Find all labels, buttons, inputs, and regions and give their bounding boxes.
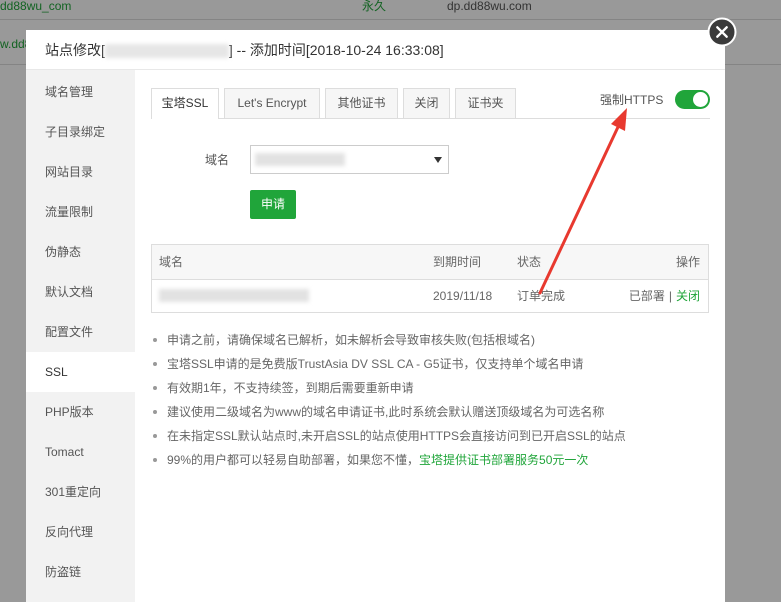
force-https-toggle[interactable] [675, 90, 710, 109]
table-row: 2019/11/18 订单完成 已部署 | 关闭 [152, 280, 708, 312]
deployment-service-link[interactable]: 宝塔提供证书部署服务50元一次 [419, 453, 588, 467]
tab-lets-encrypt[interactable]: Let's Encrypt [224, 88, 320, 118]
close-certificate-link[interactable]: 关闭 [676, 289, 700, 303]
tab-certificate-folder[interactable]: 证书夹 [455, 88, 516, 118]
deployed-status: 已部署 [628, 289, 665, 303]
list-item: 有效期1年，不支持续签，到期后需要重新申请 [151, 376, 710, 400]
domain-label: 域名 [205, 153, 230, 167]
sidebar-item-301-redirect[interactable]: 301重定向 [26, 472, 135, 512]
force-https-label: 强制HTTPS [600, 93, 664, 107]
note-text: 99%的用户都可以轻易自助部署，如果您不懂， [167, 453, 420, 467]
list-item: 宝塔SSL申请的是免费版TrustAsia DV SSL CA - G5证书，仅… [151, 352, 710, 376]
sidebar-item-traffic-limit[interactable]: 流量限制 [26, 192, 135, 232]
domain-select[interactable] [250, 145, 449, 174]
sidebar-item-site-directory[interactable]: 网站目录 [26, 152, 135, 192]
table-header-row: 域名 到期时间 状态 操作 [152, 245, 708, 280]
dialog-title-prefix: 站点修改[ [45, 42, 105, 58]
note-text: 建议使用二级域名为www的域名申请证书,此时系统会默认赠送顶级域名为可选名称 [167, 405, 605, 419]
sidebar-item-rewrite[interactable]: 伪静态 [26, 232, 135, 272]
apply-button[interactable]: 申请 [250, 190, 296, 219]
list-item: 在未指定SSL默认站点时,未开启SSL的站点使用HTTPS会直接访问到已开启SS… [151, 424, 710, 448]
note-text: 宝塔SSL申请的是免费版TrustAsia DV SSL CA - G5证书，仅… [167, 357, 584, 371]
dialog-title-suffix: ] -- 添加时间[2018-10-24 16:33:08] [228, 42, 444, 58]
toggle-knob [693, 92, 708, 107]
redacted-domain-blur [255, 153, 345, 166]
close-icon [707, 17, 737, 47]
tab-close-ssl[interactable]: 关闭 [403, 88, 450, 118]
column-header-status: 状态 [517, 255, 542, 269]
caret-down-icon [434, 157, 442, 163]
sidebar-item-ssl[interactable]: SSL [26, 352, 135, 392]
list-item: 申请之前，请确保域名已解析，如未解析会导致审核失败(包括根域名) [151, 328, 710, 352]
sidebar-item-config-file[interactable]: 配置文件 [26, 312, 135, 352]
dialog-title: 站点修改[ ] -- 添加时间[2018-10-24 16:33:08] [26, 30, 725, 70]
certificate-table: 域名 到期时间 状态 操作 2019/11/18 订单完成 已部署 | 关闭 [151, 244, 709, 313]
sidebar-item-subdirectory-binding[interactable]: 子目录绑定 [26, 112, 135, 152]
redacted-site-name-blur [104, 44, 229, 59]
list-item: 建议使用二级域名为www的域名申请证书,此时系统会默认赠送顶级域名为可选名称 [151, 400, 710, 424]
tab-other-certificate[interactable]: 其他证书 [325, 88, 398, 118]
sidebar-item-default-document[interactable]: 默认文档 [26, 272, 135, 312]
settings-sidebar: 域名管理 子目录绑定 网站目录 流量限制 伪静态 默认文档 配置文件 SSL P… [26, 70, 135, 602]
list-item: 99%的用户都可以轻易自助部署，如果您不懂，宝塔提供证书部署服务50元一次 [151, 448, 710, 472]
sidebar-item-reverse-proxy[interactable]: 反向代理 [26, 512, 135, 552]
redacted-domain-blur [159, 289, 309, 302]
sidebar-item-hotlink-protection[interactable]: 防盗链 [26, 552, 135, 592]
row-actions: 已部署 | 关闭 [629, 280, 700, 312]
tab-baota-ssl[interactable]: 宝塔SSL [151, 88, 219, 119]
close-dialog-button[interactable] [707, 17, 737, 47]
note-text: 申请之前，请确保域名已解析，如未解析会导致审核失败(包括根域名) [167, 333, 535, 347]
sidebar-item-domains[interactable]: 域名管理 [26, 72, 135, 112]
column-header-actions: 操作 [675, 255, 700, 269]
sidebar-item-tomcat[interactable]: Tomact [26, 432, 135, 472]
note-text: 有效期1年，不支持续签，到期后需要重新申请 [167, 381, 414, 395]
action-separator: | [668, 289, 672, 303]
column-header-domain: 域名 [159, 255, 184, 269]
site-edit-dialog: 站点修改[ ] -- 添加时间[2018-10-24 16:33:08] 域名管理… [26, 30, 725, 602]
order-status: 订单完成 [517, 289, 566, 303]
sidebar-item-php-version[interactable]: PHP版本 [26, 392, 135, 432]
column-header-expiry: 到期时间 [433, 255, 482, 269]
expiry-date: 2019/11/18 [433, 289, 493, 303]
ssl-notes-list: 申请之前，请确保域名已解析，如未解析会导致审核失败(包括根域名) 宝塔SSL申请… [151, 328, 710, 472]
note-text: 在未指定SSL默认站点时,未开启SSL的站点使用HTTPS会直接访问到已开启SS… [167, 429, 626, 443]
